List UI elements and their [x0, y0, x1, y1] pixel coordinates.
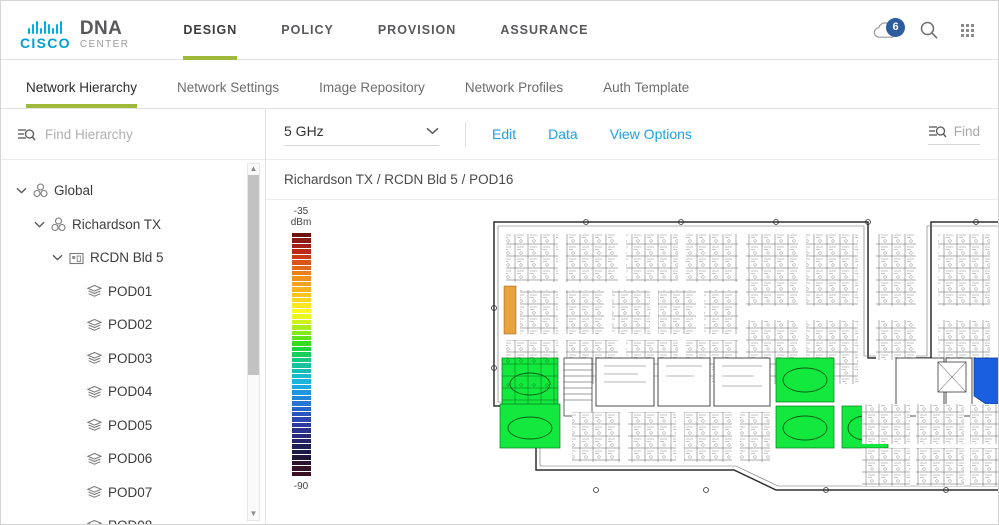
floorplan-svg: NORTH	[491, 219, 998, 493]
nav-item-assurance[interactable]: ASSURANCE	[478, 1, 610, 60]
floor-icon	[87, 486, 102, 499]
top-header: CISCO DNA CENTER DESIGN POLICY PROVISION…	[1, 1, 998, 60]
chevron-down-icon[interactable]	[15, 187, 27, 194]
floor-icon	[87, 385, 102, 398]
toolbar-divider	[465, 121, 466, 147]
view-options-link[interactable]: View Options	[610, 126, 692, 142]
scrollbar-thumb[interactable]	[248, 175, 259, 376]
product-name-secondary: CENTER	[79, 39, 130, 50]
apps-menu-button[interactable]	[961, 23, 974, 37]
chevron-down-icon[interactable]	[51, 254, 63, 261]
frequency-band-value: 5 GHz	[284, 122, 324, 139]
tree-item-label: Richardson TX	[72, 216, 162, 232]
primary-nav: DESIGN POLICY PROVISION ASSURANCE	[161, 1, 610, 60]
floorplan-drawing[interactable]: NORTH	[476, 208, 998, 498]
header-actions: 6	[873, 17, 974, 40]
nav-item-provision[interactable]: PROVISION	[356, 1, 478, 60]
tree-item-global[interactable]: Global	[1, 174, 265, 208]
building-icon	[69, 252, 84, 264]
floor-icon	[87, 519, 102, 524]
filter-search-icon	[18, 128, 36, 140]
chevron-down-icon	[426, 127, 439, 134]
rssi-legend-min: -90	[293, 481, 309, 492]
tree-item-label: POD03	[108, 350, 153, 366]
map-find-placeholder: Find	[953, 123, 980, 139]
filter-search-icon	[928, 125, 947, 137]
cisco-dna-center-logo[interactable]: CISCO DNA CENTER	[20, 10, 129, 50]
tab-auth-template[interactable]: Auth Template	[583, 80, 709, 108]
tree-item-rcdn-bld-5[interactable]: RCDN Bld 5	[1, 241, 265, 275]
scroll-down-arrow-icon[interactable]: ▼	[250, 509, 258, 520]
cisco-wordmark: CISCO	[20, 35, 71, 51]
tree-item-label: POD01	[108, 283, 153, 299]
scroll-up-arrow-icon[interactable]: ▲	[250, 164, 258, 175]
tree-item-pod02[interactable]: POD02	[1, 308, 265, 342]
tree-item-pod01[interactable]: POD01	[1, 275, 265, 309]
tree-item-pod08[interactable]: POD08	[1, 509, 265, 524]
cloud-badge-count: 6	[886, 17, 905, 37]
tree-item-label: POD07	[108, 484, 153, 500]
hierarchy-sidebar: Find Hierarchy Global Richardson TX RCDN…	[1, 109, 266, 524]
hierarchy-tree: Global Richardson TX RCDN Bld 5 POD01 PO…	[1, 160, 265, 524]
secondary-tabs: Network Hierarchy Network Settings Image…	[1, 60, 998, 109]
edit-link[interactable]: Edit	[492, 126, 516, 142]
global-icon	[33, 183, 48, 198]
product-name-primary: DNA	[79, 18, 123, 39]
tree-item-label: POD04	[108, 384, 153, 400]
apps-grid-icon	[961, 23, 974, 37]
tree-item-label: POD02	[108, 317, 153, 333]
map-find-field[interactable]: Find	[927, 123, 980, 145]
tree-item-pod07[interactable]: POD07	[1, 476, 265, 510]
map-panel: 5 GHz Edit Data View Options Find Richar…	[266, 109, 998, 524]
nav-item-design[interactable]: DESIGN	[161, 1, 259, 60]
cisco-bars-icon	[28, 21, 63, 34]
tab-image-repository[interactable]: Image Repository	[299, 80, 445, 108]
tree-item-pod05[interactable]: POD05	[1, 409, 265, 443]
tree-item-label: POD08	[108, 518, 152, 524]
tree-item-label: POD06	[108, 451, 153, 467]
map-toolbar: 5 GHz Edit Data View Options Find	[266, 109, 998, 160]
product-name: DNA CENTER	[80, 19, 130, 50]
tab-network-profiles[interactable]: Network Profiles	[445, 80, 583, 108]
hierarchy-tree-container: Global Richardson TX RCDN Bld 5 POD01 PO…	[1, 160, 265, 524]
rssi-band-44	[291, 471, 311, 477]
tree-item-pod03[interactable]: POD03	[1, 342, 265, 376]
rssi-legend: -35 dBm -90	[278, 206, 324, 492]
highlighted-room-blue	[973, 357, 998, 405]
rssi-color-scale	[290, 232, 312, 478]
floorplan-canvas[interactable]: -35 dBm -90	[266, 200, 998, 524]
tab-network-settings[interactable]: Network Settings	[157, 80, 299, 108]
sidebar-scrollbar[interactable]: ▲ ▼	[247, 163, 260, 521]
tree-item-pod06[interactable]: POD06	[1, 442, 265, 476]
nav-item-policy[interactable]: POLICY	[259, 1, 356, 60]
floor-icon	[87, 419, 102, 432]
chevron-down-icon[interactable]	[33, 221, 45, 228]
find-hierarchy-placeholder: Find Hierarchy	[45, 126, 133, 142]
floor-icon	[87, 452, 102, 465]
search-icon	[920, 21, 938, 39]
cisco-logo: CISCO	[20, 21, 71, 50]
data-link[interactable]: Data	[548, 126, 578, 142]
content-area: Find Hierarchy Global Richardson TX RCDN…	[1, 109, 998, 524]
floor-icon	[87, 285, 102, 298]
floor-icon	[87, 318, 102, 331]
tab-network-hierarchy[interactable]: Network Hierarchy	[6, 80, 157, 108]
rssi-legend-max: -35 dBm	[290, 206, 312, 228]
breadcrumb[interactable]: Richardson TX / RCDN Bld 5 / POD16	[266, 160, 998, 200]
frequency-band-select[interactable]: 5 GHz	[284, 123, 439, 146]
find-hierarchy-field[interactable]: Find Hierarchy	[1, 109, 265, 160]
tree-item-label: RCDN Bld 5	[90, 250, 164, 266]
tree-item-label: Global	[54, 183, 94, 199]
tree-item-label: POD05	[108, 417, 153, 433]
site-icon	[51, 217, 66, 231]
scrollbar-track[interactable]	[248, 175, 259, 509]
floor-icon	[87, 352, 102, 365]
dna-center-app: CISCO DNA CENTER DESIGN POLICY PROVISION…	[0, 0, 999, 525]
tree-item-richardson-tx[interactable]: Richardson TX	[1, 208, 265, 242]
header-search-button[interactable]	[919, 20, 939, 40]
tree-item-pod04[interactable]: POD04	[1, 375, 265, 409]
cloud-status-button[interactable]: 6	[873, 17, 905, 39]
